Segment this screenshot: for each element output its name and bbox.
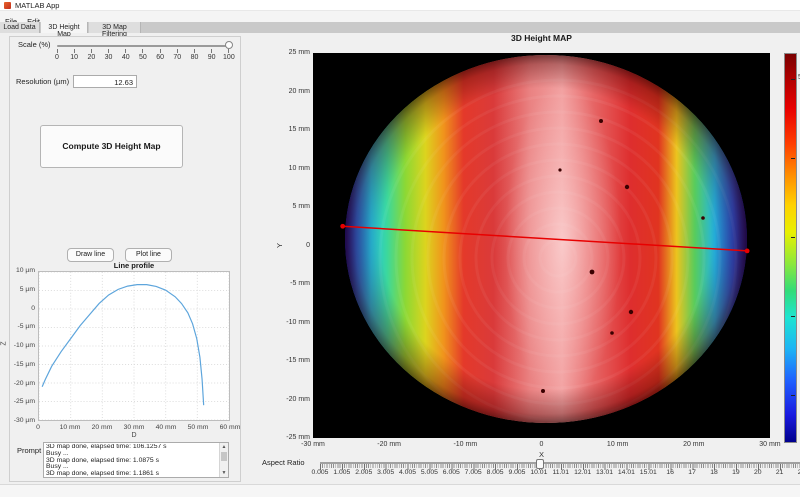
draw-line-button[interactable]: Draw line — [67, 248, 114, 262]
title-bar: MATLAB App — [0, 0, 800, 11]
compute-height-map-button[interactable]: Compute 3D Height Map — [40, 125, 183, 168]
line-profile-y-axis-label: Z — [0, 341, 8, 346]
scroll-down-icon[interactable]: ▼ — [220, 469, 228, 477]
tab-load-data[interactable]: Load Data — [0, 22, 40, 33]
scale-label: Scale (%) — [18, 40, 51, 49]
scroll-up-icon[interactable]: ▲ — [220, 443, 228, 451]
aspect-ratio-slider-thumb[interactable] — [536, 459, 544, 469]
colorbar — [784, 53, 797, 443]
prompt-log-lines: 3D map done, elapsed time: 106.1257 s Bus… — [46, 444, 167, 478]
menu-bar: FileEdit — [0, 11, 800, 26]
line-profile-x-axis-label: D — [131, 432, 137, 439]
scale-slider-thumb[interactable] — [225, 41, 233, 49]
matlab-app-icon — [4, 2, 11, 9]
tab-3d-height-map[interactable]: 3D Height Map — [41, 22, 88, 38]
prompt-scrollbar[interactable]: ▲ ▼ — [219, 443, 228, 477]
tab-3d-map-filtering[interactable]: 3D Map Filtering — [89, 22, 141, 38]
prompt-label: Prompt — [17, 446, 42, 455]
line-profile-curve — [41, 284, 205, 406]
window-bottom-strip — [0, 484, 800, 497]
height-map-canvas[interactable] — [313, 53, 770, 438]
scale-slider-ticks — [57, 49, 229, 53]
window-title: MATLAB App — [15, 1, 60, 10]
colorbar-gradient — [785, 54, 796, 442]
aspect-ratio-tick-labels: 0.005 1.005 2.005 3.005 4.005 5.005 6.005 7.005… — [311, 469, 800, 476]
resolution-label: Resolution (µm) — [16, 77, 70, 86]
plot-line-button[interactable]: Plot line — [125, 248, 172, 262]
scale-slider-track[interactable] — [57, 45, 229, 47]
line-profile-title: Line profile — [113, 261, 155, 270]
aspect-ratio-label: Aspect Ratio — [262, 458, 305, 467]
line-profile-grid — [38, 271, 230, 421]
height-map-y-axis-label: Y — [275, 242, 285, 249]
prompt-scrollbar-thumb[interactable] — [221, 452, 227, 461]
prompt-log[interactable]: 3D map done, elapsed time: 106.1257 s Bus… — [43, 442, 229, 478]
tab-strip: Load Data 3D Height Map 3D Map Filtering — [0, 22, 800, 38]
height-map-title: 3D Height MAP — [511, 33, 572, 43]
wafer-image — [340, 55, 750, 423]
line-profile-plot — [38, 271, 230, 421]
height-map-x-axis-label: X — [538, 450, 544, 459]
line-profile-y-tick-labels: 10 µm 5 µm 0 -5 µm -10 µm -15 µm -20 µm -25 µm -… — [13, 267, 35, 424]
resolution-field[interactable]: 12.63 — [73, 75, 137, 88]
